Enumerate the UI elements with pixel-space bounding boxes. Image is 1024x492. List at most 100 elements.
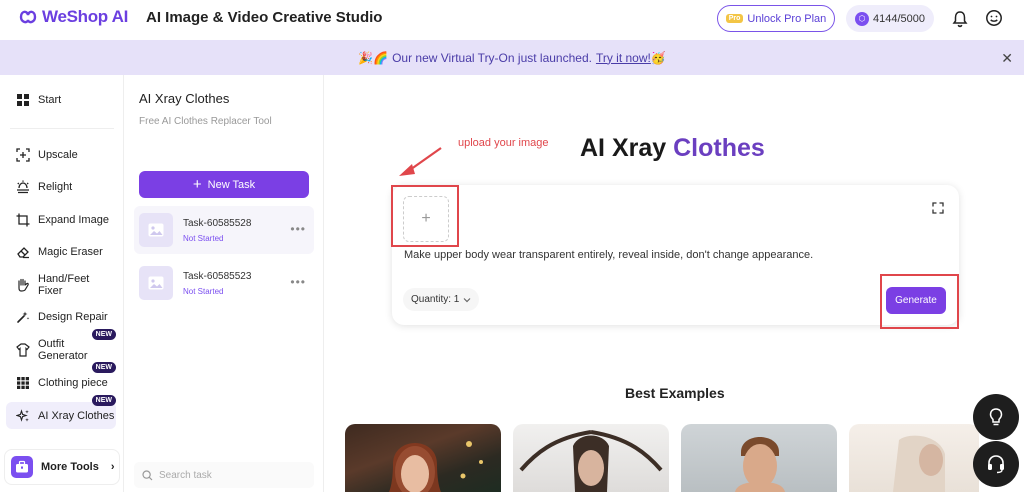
banner-emoji-prefix: 🎉🌈 — [358, 50, 389, 65]
clothing-icon — [17, 376, 29, 389]
sidebar-item-label: Start — [38, 93, 62, 106]
support-button[interactable] — [973, 441, 1019, 487]
search-task-placeholder: Search task — [159, 469, 212, 481]
hand-icon — [18, 278, 29, 292]
sidebar-item-label: Outfit Generator — [38, 337, 88, 362]
unlock-pro-label: Unlock Pro Plan — [747, 12, 827, 25]
sparkle-icon — [16, 408, 29, 422]
sidebar-item-expand-image[interactable]: Expand Image — [6, 206, 116, 233]
prompt-text[interactable]: Make upper body wear transparent entirel… — [404, 249, 813, 261]
upscale-icon — [16, 147, 30, 162]
task-item[interactable]: Task-60585528 Not Started ••• — [134, 206, 314, 254]
sidebar-item-label: Clothing piece — [38, 376, 108, 389]
new-task-label: New Task — [207, 178, 256, 191]
banner-emoji-suffix: 🥳 — [650, 50, 666, 65]
task-panel: AI Xray Clothes Free AI Clothes Replacer… — [124, 75, 324, 492]
repair-icon — [17, 311, 30, 323]
example-image[interactable] — [681, 424, 837, 492]
toolbox-icon — [11, 456, 33, 478]
expand-icon[interactable] — [932, 202, 944, 214]
more-options-icon[interactable]: ••• — [290, 275, 306, 289]
credits-count: 4144/5000 — [873, 12, 925, 25]
example-image[interactable] — [345, 424, 501, 492]
best-examples-heading: Best Examples — [625, 385, 725, 401]
sidebar-item-label: Magic Eraser — [38, 245, 103, 258]
quantity-label: Quantity: 1 — [411, 294, 460, 305]
sidebar-item-outfit-generator[interactable]: Outfit Generator NEW — [6, 329, 116, 363]
new-badge: NEW — [91, 362, 116, 373]
sidebar-item-label: Upscale — [38, 148, 78, 161]
banner-close-icon[interactable]: ✕ — [1001, 50, 1013, 67]
task-status: Not Started — [183, 233, 224, 243]
task-name: Task-60585523 — [183, 270, 252, 282]
relight-icon — [17, 180, 29, 193]
sidebar-item-label: AI Xray Clothes — [38, 409, 115, 422]
task-status: Not Started — [183, 286, 224, 296]
search-task-input[interactable]: Search task — [134, 462, 314, 488]
annotation-arrow-icon — [399, 147, 442, 176]
bell-icon[interactable] — [951, 10, 969, 28]
new-task-button[interactable]: + New Task — [139, 171, 309, 198]
eraser-icon — [17, 246, 29, 258]
main-content: upload your image AI Xray Clothes + Make… — [325, 75, 1024, 492]
image-placeholder-icon — [139, 266, 173, 300]
sidebar-item-label: Hand/Feet Fixer — [38, 272, 90, 297]
logo[interactable]: WeShop AI — [18, 7, 128, 27]
annotation-highlight-upload — [391, 185, 459, 247]
task-item[interactable]: Task-60585523 Not Started ••• — [134, 259, 314, 307]
sidebar-item-clothing-piece[interactable]: Clothing piece NEW — [6, 362, 116, 396]
tips-button[interactable] — [973, 394, 1019, 440]
more-options-icon[interactable]: ••• — [290, 222, 306, 236]
sidebar-item-ai-xray-clothes[interactable]: AI Xray Clothes NEW — [6, 395, 116, 429]
prompt-card: + Make upper body wear transparent entir… — [392, 185, 959, 325]
grid-icon — [17, 93, 29, 106]
new-badge: NEW — [91, 329, 116, 340]
sidebar-item-label: Expand Image — [38, 213, 109, 226]
tool-subtitle: Free AI Clothes Replacer Tool — [139, 116, 272, 127]
example-image[interactable] — [513, 424, 669, 492]
title-highlight: Clothes — [673, 134, 765, 162]
annotation-highlight-generate — [880, 274, 959, 329]
headset-icon — [988, 455, 1004, 474]
example-photo — [519, 430, 663, 492]
chevron-right-icon: › — [110, 461, 115, 473]
logo-text: WeShop AI — [42, 7, 129, 26]
sidebar-item-start[interactable]: Start — [6, 86, 116, 113]
task-name: Task-60585528 — [183, 217, 252, 229]
quantity-dropdown[interactable]: Quantity: 1 — [403, 288, 480, 311]
sidebar-item-upscale[interactable]: Upscale — [6, 141, 116, 168]
title-prefix: AI Xray — [580, 134, 667, 162]
search-icon — [142, 469, 153, 480]
studio-title: AI Image & Video Creative Studio — [146, 9, 383, 26]
top-header: WeShop AI AI Image & Video Creative Stud… — [0, 0, 1024, 40]
sidebar-item-hand-feet-fixer[interactable]: Hand/Feet Fixer — [6, 271, 116, 298]
image-placeholder-icon — [139, 213, 173, 247]
announcement-banner: 🎉🌈 Our new Virtual Try-On just launched.… — [0, 40, 1024, 75]
more-tools-label: More Tools — [41, 461, 99, 473]
example-photo — [389, 441, 483, 492]
expand-image-icon — [16, 213, 30, 226]
tool-title: AI Xray Clothes — [139, 91, 230, 106]
pro-tag: Pro — [725, 14, 744, 23]
sidebar-divider — [10, 128, 114, 129]
chevron-down-icon — [463, 297, 471, 302]
credits-badge[interactable]: ⬡ 4144/5000 — [846, 5, 934, 32]
unlock-pro-button[interactable]: Pro Unlock Pro Plan — [717, 5, 835, 32]
example-image[interactable] — [849, 424, 979, 492]
try-it-now-link[interactable]: Try it now! — [596, 51, 651, 65]
coin-icon: ⬡ — [855, 11, 869, 26]
banner-text: Our new Virtual Try-On just launched. — [392, 50, 592, 65]
sidebar-item-relight[interactable]: Relight — [6, 173, 116, 200]
outfit-icon — [16, 342, 30, 357]
sidebar-item-magic-eraser[interactable]: Magic Eraser — [6, 238, 116, 265]
sidebar: Start Upscale Relight Expand Image Magic… — [0, 75, 124, 492]
sidebar-item-label: Design Repair — [38, 310, 108, 323]
new-badge: NEW — [91, 395, 116, 406]
page-title: AI Xray Clothes — [580, 134, 765, 163]
sidebar-item-label: Relight — [38, 180, 73, 193]
user-avatar-icon[interactable] — [985, 9, 1003, 27]
more-tools-button[interactable]: More Tools › — [4, 449, 120, 485]
example-photo — [893, 435, 945, 492]
sidebar-item-design-repair[interactable]: Design Repair — [6, 303, 116, 330]
plus-icon: + — [192, 176, 202, 193]
